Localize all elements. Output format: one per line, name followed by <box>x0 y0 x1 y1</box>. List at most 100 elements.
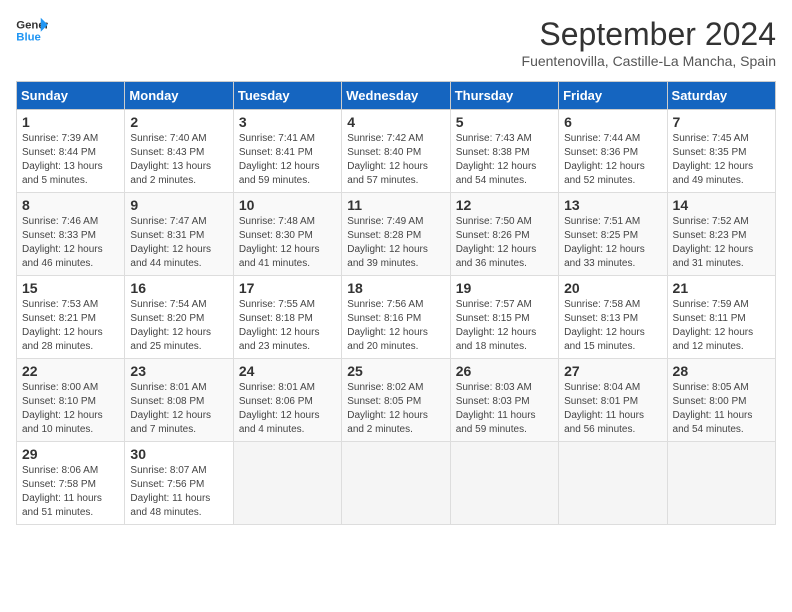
day-cell-30: 30 Sunrise: 8:07 AM Sunset: 7:56 PM Dayli… <box>125 442 233 525</box>
day-info: Sunrise: 8:07 AM Sunset: 7:56 PM Dayligh… <box>130 464 227 520</box>
calendar-week-2: 8 Sunrise: 7:46 AM Sunset: 8:33 PM Daylig… <box>17 193 776 276</box>
day-cell-12: 12 Sunrise: 7:50 AM Sunset: 8:26 PM Dayli… <box>450 193 558 276</box>
day-number: 19 <box>456 280 553 296</box>
day-cell-16: 16 Sunrise: 7:54 AM Sunset: 8:20 PM Dayli… <box>125 276 233 359</box>
calendar-table: SundayMondayTuesdayWednesdayThursdayFrid… <box>16 81 776 525</box>
day-number: 5 <box>456 114 553 130</box>
day-info: Sunrise: 7:53 AM Sunset: 8:21 PM Dayligh… <box>22 298 119 354</box>
empty-cell <box>342 442 450 525</box>
day-info: Sunrise: 7:46 AM Sunset: 8:33 PM Dayligh… <box>22 215 119 271</box>
day-number: 30 <box>130 446 227 462</box>
day-number: 23 <box>130 363 227 379</box>
weekday-wednesday: Wednesday <box>342 82 450 110</box>
day-number: 15 <box>22 280 119 296</box>
day-info: Sunrise: 7:47 AM Sunset: 8:31 PM Dayligh… <box>130 215 227 271</box>
day-info: Sunrise: 7:52 AM Sunset: 8:23 PM Dayligh… <box>673 215 770 271</box>
day-info: Sunrise: 7:54 AM Sunset: 8:20 PM Dayligh… <box>130 298 227 354</box>
day-cell-19: 19Sunrise: 7:57 AM Sunset: 8:15 PM Dayli… <box>450 276 558 359</box>
day-info: Sunrise: 7:42 AM Sunset: 8:40 PM Dayligh… <box>347 132 444 188</box>
day-info: Sunrise: 8:06 AM Sunset: 7:58 PM Dayligh… <box>22 464 119 520</box>
day-cell-24: 24 Sunrise: 8:01 AM Sunset: 8:06 PM Dayli… <box>233 359 341 442</box>
logo: General Blue <box>16 16 48 44</box>
day-info: Sunrise: 7:50 AM Sunset: 8:26 PM Dayligh… <box>456 215 553 271</box>
day-info: Sunrise: 7:43 AM Sunset: 8:38 PM Dayligh… <box>456 132 553 188</box>
day-info: Sunrise: 7:45 AM Sunset: 8:35 PM Dayligh… <box>673 132 770 188</box>
day-cell-10: 10 Sunrise: 7:48 AM Sunset: 8:30 PM Dayli… <box>233 193 341 276</box>
day-cell-2: 2Sunrise: 7:40 AM Sunset: 8:43 PM Daylig… <box>125 110 233 193</box>
day-number: 25 <box>347 363 444 379</box>
day-cell-28: 28Sunrise: 8:05 AM Sunset: 8:00 PM Dayli… <box>667 359 775 442</box>
title-section: September 2024 Fuentenovilla, Castille-L… <box>522 16 776 69</box>
svg-text:Blue: Blue <box>16 32 41 44</box>
day-number: 11 <box>347 197 444 213</box>
day-number: 21 <box>673 280 770 296</box>
day-number: 16 <box>130 280 227 296</box>
day-info: Sunrise: 7:49 AM Sunset: 8:28 PM Dayligh… <box>347 215 444 271</box>
day-number: 9 <box>130 197 227 213</box>
day-info: Sunrise: 7:56 AM Sunset: 8:16 PM Dayligh… <box>347 298 444 354</box>
day-number: 12 <box>456 197 553 213</box>
day-info: Sunrise: 7:55 AM Sunset: 8:18 PM Dayligh… <box>239 298 336 354</box>
day-number: 2 <box>130 114 227 130</box>
weekday-friday: Friday <box>559 82 667 110</box>
day-number: 26 <box>456 363 553 379</box>
day-info: Sunrise: 8:04 AM Sunset: 8:01 PM Dayligh… <box>564 381 661 437</box>
day-cell-14: 14 Sunrise: 7:52 AM Sunset: 8:23 PM Dayli… <box>667 193 775 276</box>
day-cell-15: 15 Sunrise: 7:53 AM Sunset: 8:21 PM Dayli… <box>17 276 125 359</box>
day-cell-4: 4 Sunrise: 7:42 AM Sunset: 8:40 PM Daylig… <box>342 110 450 193</box>
day-info: Sunrise: 7:59 AM Sunset: 8:11 PM Dayligh… <box>673 298 770 354</box>
day-info: Sunrise: 8:01 AM Sunset: 8:06 PM Dayligh… <box>239 381 336 437</box>
day-number: 22 <box>22 363 119 379</box>
day-info: Sunrise: 8:02 AM Sunset: 8:05 PM Dayligh… <box>347 381 444 437</box>
empty-cell <box>450 442 558 525</box>
day-cell-5: 5 Sunrise: 7:43 AM Sunset: 8:38 PM Daylig… <box>450 110 558 193</box>
empty-cell <box>233 442 341 525</box>
weekday-monday: Monday <box>125 82 233 110</box>
day-number: 20 <box>564 280 661 296</box>
day-cell-29: 29Sunrise: 8:06 AM Sunset: 7:58 PM Dayli… <box>17 442 125 525</box>
day-cell-20: 20 Sunrise: 7:58 AM Sunset: 8:13 PM Dayli… <box>559 276 667 359</box>
day-info: Sunrise: 8:01 AM Sunset: 8:08 PM Dayligh… <box>130 381 227 437</box>
day-cell-7: 7 Sunrise: 7:45 AM Sunset: 8:35 PM Daylig… <box>667 110 775 193</box>
day-info: Sunrise: 7:41 AM Sunset: 8:41 PM Dayligh… <box>239 132 336 188</box>
month-title: September 2024 <box>522 16 776 53</box>
day-cell-1: 1 Sunrise: 7:39 AM Sunset: 8:44 PM Daylig… <box>17 110 125 193</box>
day-info: Sunrise: 8:05 AM Sunset: 8:00 PM Dayligh… <box>673 381 770 437</box>
empty-cell <box>667 442 775 525</box>
calendar-week-4: 22 Sunrise: 8:00 AM Sunset: 8:10 PM Dayli… <box>17 359 776 442</box>
day-number: 1 <box>22 114 119 130</box>
weekday-sunday: Sunday <box>17 82 125 110</box>
calendar-body: 1 Sunrise: 7:39 AM Sunset: 8:44 PM Daylig… <box>17 110 776 525</box>
day-info: Sunrise: 7:39 AM Sunset: 8:44 PM Dayligh… <box>22 132 119 188</box>
logo-icon: General Blue <box>16 16 48 44</box>
day-number: 13 <box>564 197 661 213</box>
calendar-week-1: 1 Sunrise: 7:39 AM Sunset: 8:44 PM Daylig… <box>17 110 776 193</box>
day-info: Sunrise: 8:00 AM Sunset: 8:10 PM Dayligh… <box>22 381 119 437</box>
empty-cell <box>559 442 667 525</box>
day-cell-22: 22 Sunrise: 8:00 AM Sunset: 8:10 PM Dayli… <box>17 359 125 442</box>
calendar-week-3: 15 Sunrise: 7:53 AM Sunset: 8:21 PM Dayli… <box>17 276 776 359</box>
day-cell-25: 25 Sunrise: 8:02 AM Sunset: 8:05 PM Dayli… <box>342 359 450 442</box>
day-number: 27 <box>564 363 661 379</box>
day-number: 4 <box>347 114 444 130</box>
day-cell-9: 9 Sunrise: 7:47 AM Sunset: 8:31 PM Daylig… <box>125 193 233 276</box>
day-cell-27: 27 Sunrise: 8:04 AM Sunset: 8:01 PM Dayli… <box>559 359 667 442</box>
weekday-thursday: Thursday <box>450 82 558 110</box>
day-info: Sunrise: 7:58 AM Sunset: 8:13 PM Dayligh… <box>564 298 661 354</box>
location: Fuentenovilla, Castille-La Mancha, Spain <box>522 53 776 69</box>
day-info: Sunrise: 7:48 AM Sunset: 8:30 PM Dayligh… <box>239 215 336 271</box>
day-number: 24 <box>239 363 336 379</box>
day-number: 7 <box>673 114 770 130</box>
day-info: Sunrise: 7:44 AM Sunset: 8:36 PM Dayligh… <box>564 132 661 188</box>
day-number: 10 <box>239 197 336 213</box>
day-info: Sunrise: 7:51 AM Sunset: 8:25 PM Dayligh… <box>564 215 661 271</box>
day-cell-11: 11 Sunrise: 7:49 AM Sunset: 8:28 PM Dayli… <box>342 193 450 276</box>
day-number: 8 <box>22 197 119 213</box>
day-cell-17: 17Sunrise: 7:55 AM Sunset: 8:18 PM Dayli… <box>233 276 341 359</box>
day-number: 3 <box>239 114 336 130</box>
day-number: 14 <box>673 197 770 213</box>
day-cell-3: 3 Sunrise: 7:41 AM Sunset: 8:41 PM Daylig… <box>233 110 341 193</box>
day-cell-13: 13 Sunrise: 7:51 AM Sunset: 8:25 PM Dayli… <box>559 193 667 276</box>
weekday-tuesday: Tuesday <box>233 82 341 110</box>
day-number: 18 <box>347 280 444 296</box>
